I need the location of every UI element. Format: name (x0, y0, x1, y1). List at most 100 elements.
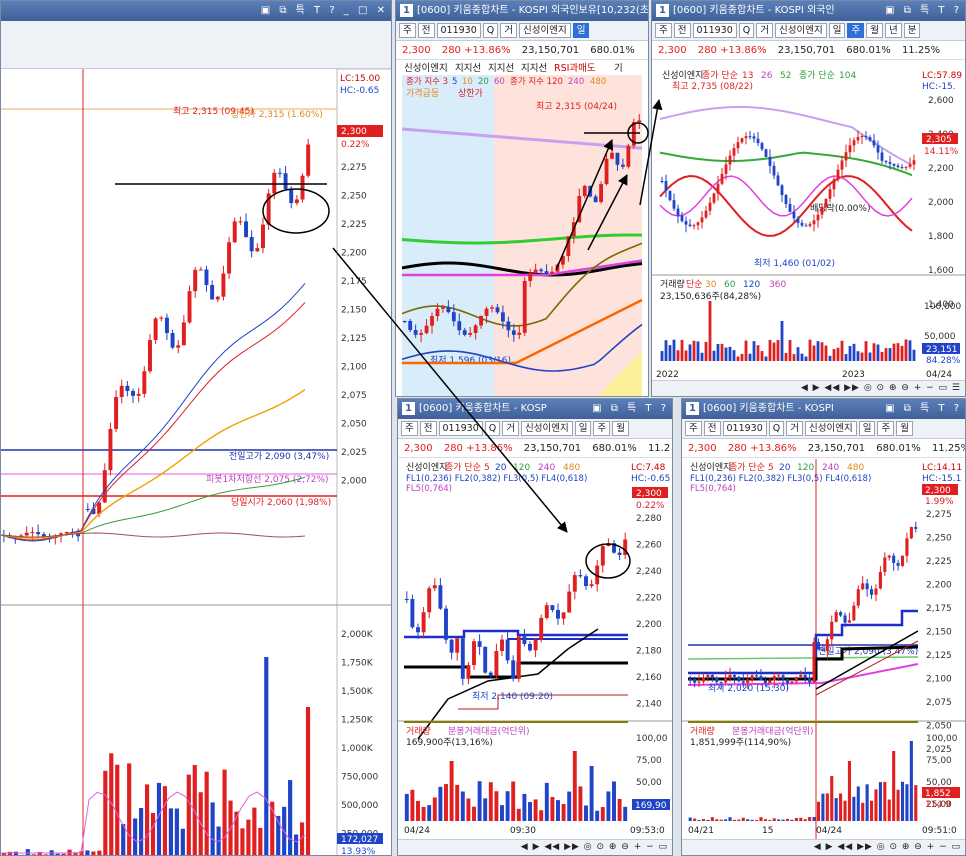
volume-bar (606, 791, 611, 821)
toolbar-button[interactable]: 일 (574, 421, 592, 436)
daily-window-titlebar[interactable]: 1 [0600] 키움종합차트 - KOSPI 외국인보유[10,232(초 (396, 1, 648, 21)
legend-item: 240 (822, 463, 839, 473)
daily-price-chart[interactable]: 신성이엔지 지지선 지지선 지지선 RSI과매도 기종가 지수 3 5 10 20 60 종가 지수… (396, 61, 649, 397)
toolbar-button[interactable]: 신성이엔지 (805, 421, 857, 436)
window-controls[interactable]: ▣ ⧉ 특 T ? _ □ ✕ (261, 1, 388, 21)
volume-bar (578, 786, 583, 821)
daily-candle (511, 330, 516, 335)
price-tick: 2,275 (341, 163, 367, 173)
window-controls[interactable]: ▣ ⧉ 특 T ? (885, 399, 962, 419)
minute-price-chart[interactable]: 신성이엔지종가 단순 5 20 120 240 480FL1(0,236) FL2(0,3… (398, 459, 673, 841)
toolbar-button[interactable]: 주 (401, 421, 418, 436)
minute-candle (528, 643, 532, 651)
weekly-window-titlebar[interactable]: 1 [0600] 키움종합차트 - KOSPI 외국인 ▣ ⧉ 특 T ? (652, 1, 965, 21)
toolbar-button[interactable]: 전 (703, 421, 721, 436)
toolbar-button[interactable]: 주 (655, 23, 672, 38)
multiday-candle (896, 562, 900, 566)
toolbar-button[interactable]: 거 (756, 23, 773, 38)
toolbar-button[interactable]: 주 (399, 23, 416, 38)
window-controls[interactable]: ▣ ⧉ 특 T ? (885, 1, 962, 21)
weekly-quote-bar: 2,300 280 +13.86% 23,150,701 680.01% 11.… (652, 42, 965, 60)
toolbar-button[interactable]: 분 (903, 23, 921, 38)
weekly-price-chart[interactable]: 신성이엔지종가 단순 13 26 52 종가 단순 104 LC:57.89HC:-15.최… (652, 61, 966, 382)
volume-bar (847, 761, 851, 821)
daily-toolbar: 주 전 011930 Q 거 신성이엔지 일 (396, 21, 648, 41)
toolbar-button[interactable]: 주 (877, 421, 895, 436)
daily-candle (468, 332, 473, 335)
toolbar-button[interactable]: 거 (502, 421, 519, 436)
toolbar-button[interactable]: 011930 (438, 421, 483, 436)
toolbar-button[interactable]: Q (738, 23, 755, 38)
volume-bar (539, 810, 544, 821)
volume-bar (825, 793, 829, 821)
volume-bar (816, 341, 820, 361)
toolbar-button[interactable]: 거 (786, 421, 803, 436)
volume-bar (460, 791, 465, 821)
toolbar-button[interactable]: 011930 (722, 421, 767, 436)
toolbar-button[interactable]: Q (484, 421, 501, 436)
volume-tick: 1,500K (341, 687, 374, 697)
volume-bar (719, 819, 723, 821)
indicator-tab: 신성이엔지 (404, 63, 448, 74)
toolbar-button[interactable]: 신성이엔지 (521, 421, 573, 436)
multiday-candle (777, 675, 781, 677)
volume-bar (258, 827, 263, 855)
toolbar-button[interactable]: 011930 (436, 23, 481, 38)
main-window-titlebar[interactable]: ▣ ⧉ 특 T ? _ □ ✕ (1, 1, 391, 21)
daily-candle (577, 195, 582, 223)
toolbar-button[interactable]: 전 (673, 23, 691, 38)
volume-pct: 84.28% (926, 356, 961, 366)
multiday-candle (785, 679, 790, 683)
volume-bar (688, 344, 692, 361)
minute-candle (600, 546, 605, 566)
toolbar-button[interactable]: 거 (500, 23, 517, 38)
toolbar-button[interactable]: 전 (417, 23, 435, 38)
toolbar-button[interactable]: 전 (419, 421, 437, 436)
volume-bar (760, 351, 764, 361)
volume-bar (741, 817, 745, 821)
toolbar-button[interactable]: 신성이엔지 (775, 23, 827, 38)
multiday-price-chart[interactable]: 신성이엔지종가 단순 5 20 120 240 480FL1(0,236) FL2(0,3… (682, 459, 966, 841)
volume-tick: 1,000K (341, 744, 374, 754)
minute-window-titlebar[interactable]: 1 [0600] 키움종합차트 - KOSP ▣ ⧉ 특 T ? (398, 399, 672, 419)
chart-tool-icons[interactable]: ◀ ▶ ◀◀ ▶▶ ◎ ⊙ ⊕ ⊖ + − ▭ ☰ (801, 381, 961, 396)
toolbar-button[interactable]: 일 (572, 23, 590, 38)
toolbar-button[interactable]: 주 (685, 421, 702, 436)
weekly-candle (820, 207, 824, 215)
toolbar-button[interactable]: 월 (866, 23, 883, 38)
chart-tool-icons[interactable]: ◀ ▶ ◀◀ ▶▶ ◎ ⊙ ⊕ ⊖ + − ▭ (521, 840, 668, 855)
toolbar-button[interactable]: 주 (847, 23, 865, 38)
x-label: 2022 (656, 370, 679, 380)
quote-extra: 11.25% (901, 45, 941, 56)
volume-bar (832, 349, 836, 361)
volume-bar (704, 341, 708, 361)
multiday-toolbar: 주 전 011930 Q 거 신성이엔지 일 주 월 (682, 419, 965, 439)
volume-bar (410, 789, 415, 821)
toolbar-button[interactable]: 011930 (692, 23, 737, 38)
toolbar-button[interactable]: 년 (884, 23, 902, 38)
main-price-chart[interactable]: LC:15.00 HC:-0.65 2,275 2,250 2,225 2,200 2,17… (1, 69, 392, 856)
toolbar-button[interactable]: 월 (896, 421, 913, 436)
toolbar-button[interactable]: 신성이엔지 (519, 23, 571, 38)
toolbar-button[interactable]: 일 (828, 23, 846, 38)
volume-bar (876, 344, 880, 361)
volume-bar (772, 818, 776, 821)
chart-tool-icons[interactable]: ◀ ▶ ◀◀ ▶▶ ◎ ⊙ ⊕ ⊖ + − ▭ (814, 840, 961, 855)
toolbar-button[interactable]: Q (768, 421, 785, 436)
daily-candle (561, 256, 565, 265)
toolbar-button[interactable]: 월 (612, 421, 629, 436)
volume-bar (896, 343, 900, 361)
minute-candle (404, 599, 409, 600)
volume-bar (174, 808, 179, 855)
weekly-candle (708, 202, 712, 211)
window-controls[interactable]: ▣ ⧉ 특 T ? (592, 399, 669, 419)
multiday-window-titlebar[interactable]: 1 [0600] 키움종합차트 - KOSPI ▣ ⧉ 특 T ? (682, 399, 965, 419)
price-tick: 2,200 (341, 249, 367, 259)
toolbar-button[interactable]: Q (482, 23, 499, 38)
toolbar-button[interactable]: 일 (858, 421, 876, 436)
toolbar-button[interactable]: 주 (593, 421, 611, 436)
volume-bar (121, 824, 126, 855)
multiday-candle (905, 538, 909, 556)
volume-bar (861, 802, 865, 821)
volume-bar (466, 798, 471, 821)
